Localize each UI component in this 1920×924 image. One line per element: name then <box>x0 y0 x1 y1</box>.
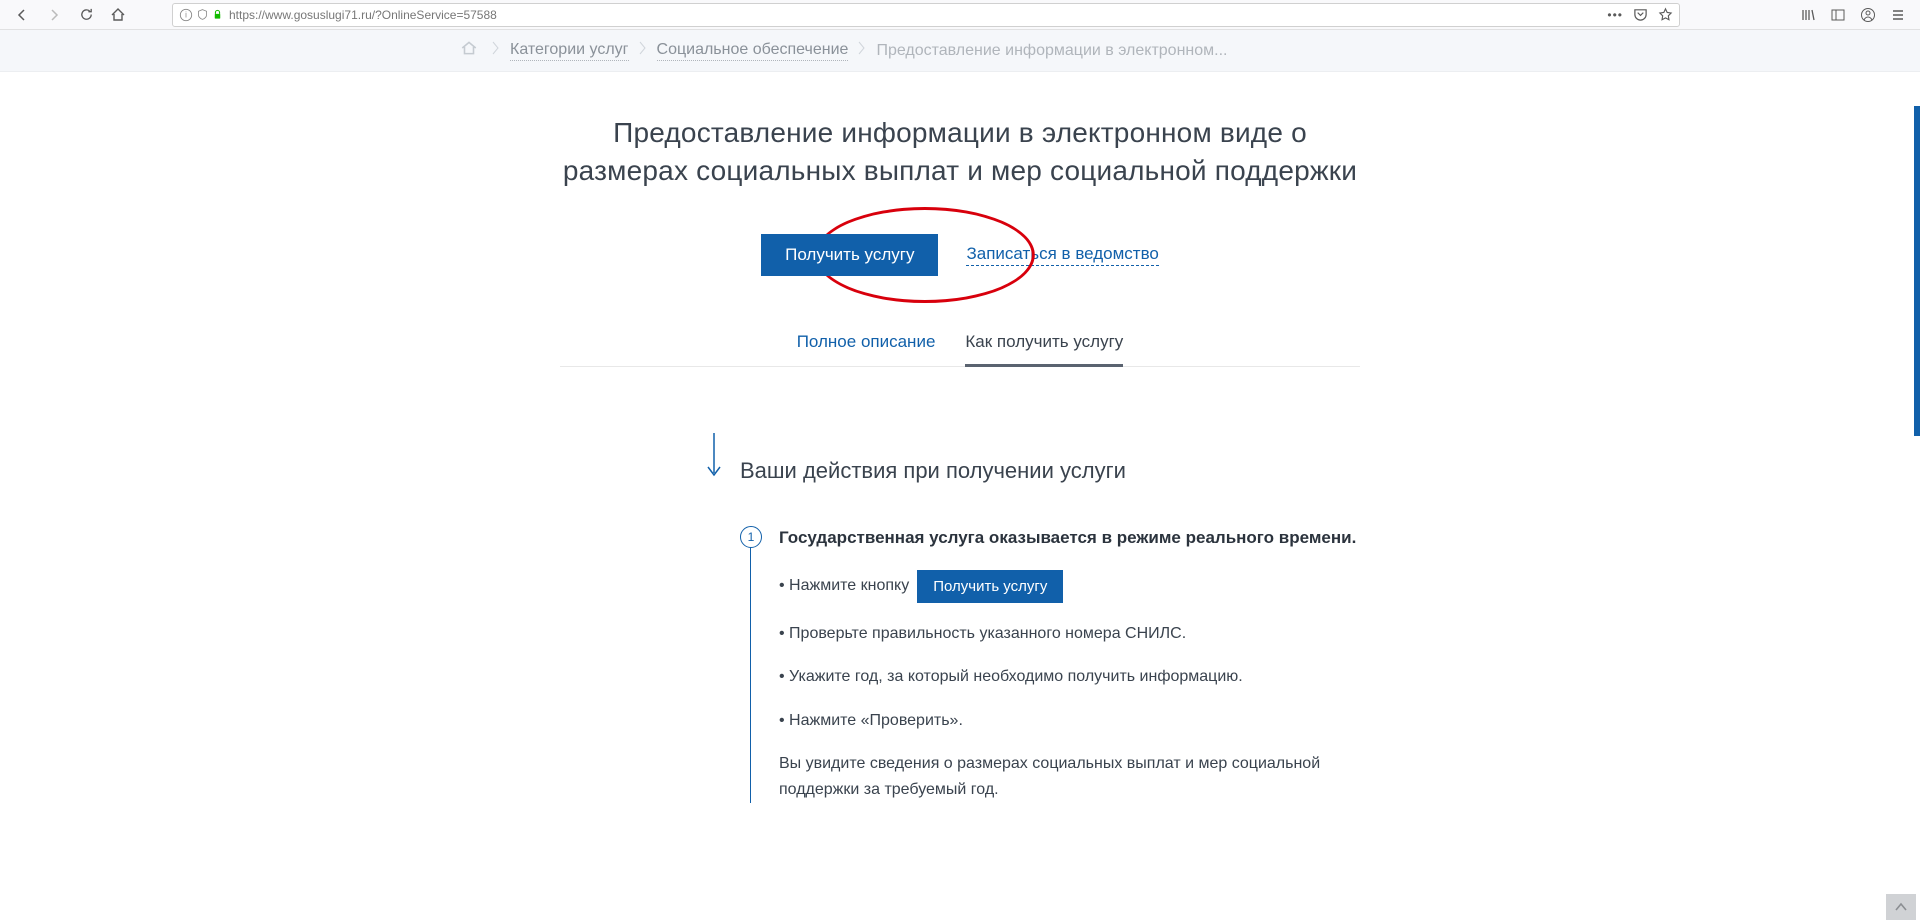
breadcrumb-sep <box>639 40 647 61</box>
url-bar-wrap: i https://www.gosuslugi71.ru/?OnlineServ… <box>172 3 1680 27</box>
get-service-button[interactable]: Получить услугу <box>761 234 938 276</box>
page-title: Предоставление информации в электронном … <box>560 114 1360 190</box>
steps-header: Ваши действия при получении услуги <box>704 431 1360 484</box>
library-icon[interactable] <box>1800 7 1816 23</box>
steps-section: Ваши действия при получении услуги 1 Гос… <box>560 431 1360 803</box>
browser-right-tools <box>1800 7 1912 23</box>
menu-icon[interactable] <box>1890 7 1906 23</box>
info-icon: i <box>179 8 193 22</box>
back-icon <box>14 7 30 23</box>
cta-row: Получить услугу Записаться в ведомство <box>560 234 1360 276</box>
account-icon[interactable] <box>1860 7 1876 23</box>
tab-how-to-get[interactable]: Как получить услугу <box>965 332 1123 366</box>
chevron-up-icon <box>1894 901 1908 913</box>
home-icon <box>110 7 126 23</box>
url-right-icons: ••• <box>1607 7 1673 22</box>
steps-title: Ваши действия при получении услуги <box>740 458 1126 484</box>
sidebars-icon[interactable] <box>1830 7 1846 23</box>
step-number: 1 <box>740 526 762 548</box>
scroll-to-top-button[interactable] <box>1886 894 1916 920</box>
home-button[interactable] <box>104 1 132 29</box>
step-body: • Нажмите кнопку Получить услугу • Прове… <box>779 570 1360 803</box>
back-button[interactable] <box>8 1 36 29</box>
tabs: Полное описание Как получить услугу <box>560 332 1360 367</box>
page: Категории услуг Социальное обеспечение П… <box>0 30 1920 803</box>
content-area: Предоставление информации в электронном … <box>560 72 1360 803</box>
breadcrumb-sep <box>858 40 866 61</box>
star-icon[interactable] <box>1658 7 1673 22</box>
breadcrumb-bar: Категории услуг Социальное обеспечение П… <box>0 30 1920 72</box>
url-text: https://www.gosuslugi71.ru/?OnlineServic… <box>229 8 1607 22</box>
step-line-1-text: • Нажмите кнопку <box>779 573 909 599</box>
nav-button-group <box>8 1 132 29</box>
book-appointment-link[interactable]: Записаться в ведомство <box>966 244 1158 266</box>
shield-icon <box>196 8 209 21</box>
step-line-2: • Проверьте правильность указанного номе… <box>779 621 1360 647</box>
breadcrumb-current: Предоставление информации в электронном.… <box>876 42 1227 60</box>
step-line-3: • Укажите год, за который необходимо пол… <box>779 664 1360 690</box>
scrollbar-thumb[interactable] <box>1914 106 1920 436</box>
reload-button[interactable] <box>72 1 100 29</box>
svg-text:i: i <box>185 10 187 19</box>
breadcrumb-categories[interactable]: Категории услуг <box>510 41 629 61</box>
step-line-5: Вы увидите сведения о размерах социальны… <box>779 751 1360 802</box>
forward-button[interactable] <box>40 1 68 29</box>
more-icon[interactable]: ••• <box>1607 8 1623 22</box>
get-service-button-inline[interactable]: Получить услугу <box>917 570 1063 603</box>
breadcrumb-home[interactable] <box>460 39 478 62</box>
breadcrumb: Категории услуг Социальное обеспечение П… <box>460 39 1460 62</box>
lock-icon <box>212 8 223 21</box>
breadcrumb-social[interactable]: Социальное обеспечение <box>657 41 849 61</box>
arrow-down-icon <box>704 431 724 484</box>
step-1: 1 Государственная услуга оказывается в р… <box>750 528 1360 803</box>
step-line-1: • Нажмите кнопку Получить услугу <box>779 570 1360 603</box>
browser-toolbar: i https://www.gosuslugi71.ru/?OnlineServ… <box>0 0 1920 30</box>
step-title: Государственная услуга оказывается в реж… <box>779 528 1360 548</box>
breadcrumb-sep <box>492 40 500 61</box>
forward-icon <box>46 7 62 23</box>
reload-icon <box>79 7 94 22</box>
url-bar[interactable]: i https://www.gosuslugi71.ru/?OnlineServ… <box>172 3 1680 27</box>
pocket-icon[interactable] <box>1633 7 1648 22</box>
step-line-4: • Нажмите «Проверить». <box>779 708 1360 734</box>
url-security-icons: i <box>179 8 223 22</box>
home-icon <box>460 39 478 57</box>
tab-full-description[interactable]: Полное описание <box>797 332 936 366</box>
